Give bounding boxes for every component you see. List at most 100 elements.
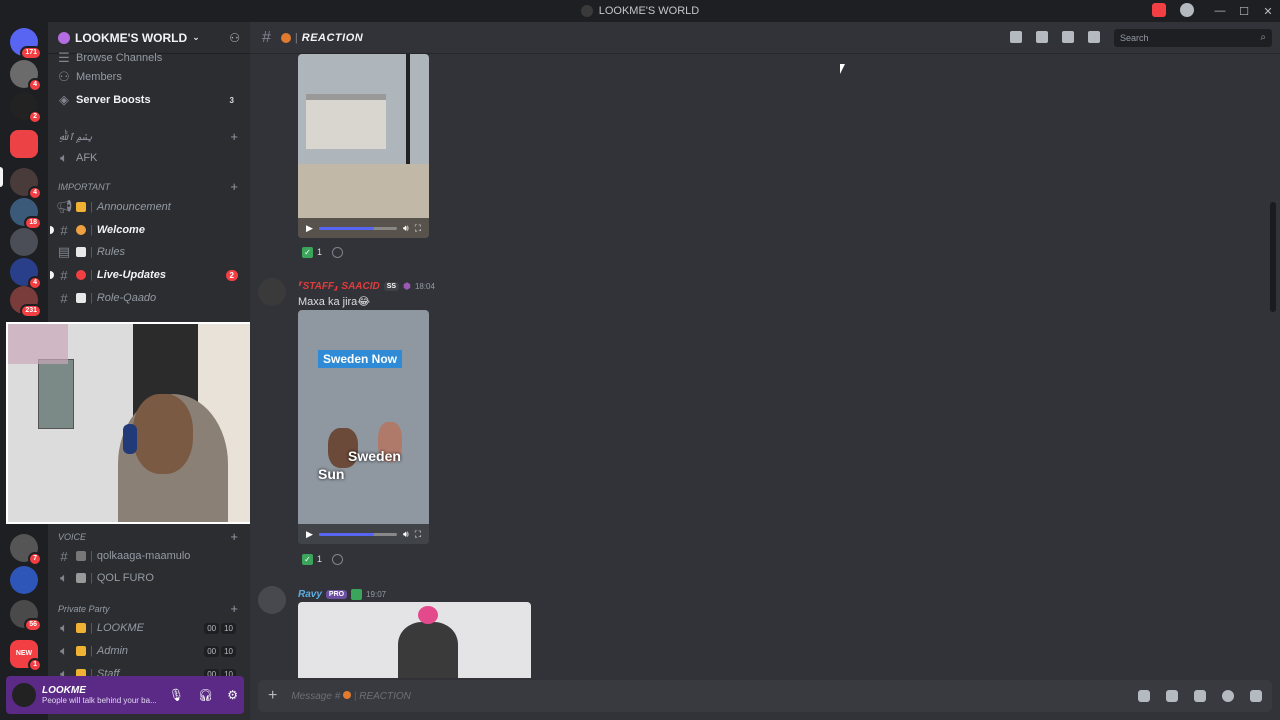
voice-channel-afk[interactable]: 🔈︎ AFK bbox=[56, 148, 244, 168]
custom-status: People will talk behind your ba... bbox=[42, 696, 157, 705]
check-icon: ✓ bbox=[302, 553, 313, 565]
server-folder[interactable] bbox=[10, 130, 38, 158]
server-icon[interactable]: 4 bbox=[10, 60, 42, 92]
channel-welcome[interactable]: # | Welcome bbox=[50, 220, 244, 240]
speaker-icon: 🔈︎ bbox=[60, 620, 68, 635]
threads-icon[interactable] bbox=[1010, 31, 1022, 43]
server-icon[interactable]: 4 bbox=[10, 168, 42, 200]
server-icon[interactable] bbox=[10, 228, 38, 256]
add-member-icon[interactable]: ⚇ bbox=[229, 31, 240, 45]
avatar[interactable] bbox=[12, 683, 36, 707]
timestamp: 19:07 bbox=[366, 590, 387, 599]
mouse-cursor bbox=[840, 64, 845, 74]
unread-badge: 2 bbox=[28, 110, 42, 124]
message-author[interactable]: ⸢STAFF⸥ SAACID SS ⬢ 18:04 bbox=[298, 281, 435, 292]
user-panel[interactable]: LOOKME People will talk behind your ba..… bbox=[6, 676, 244, 714]
unread-badge: 1 bbox=[28, 658, 42, 672]
new-server-icon[interactable]: NEW 1 bbox=[10, 640, 42, 672]
chat-area: # | REACTION Search ⌕ ▶ 🔊︎ ⛶ ✓ 1 ⸢STAFF⸥… bbox=[250, 22, 1280, 720]
category-private-party[interactable]: Private Party + bbox=[58, 601, 238, 616]
reaction-check[interactable]: ✓ 1 bbox=[298, 551, 326, 567]
status-icon bbox=[351, 589, 363, 600]
microphone-icon[interactable]: 🎙︎ bbox=[169, 688, 184, 702]
inbox-icon[interactable] bbox=[1152, 3, 1166, 17]
message-author[interactable]: Ravy PRO 19:07 bbox=[298, 589, 386, 600]
gift-icon[interactable] bbox=[1138, 690, 1150, 702]
minimize-button[interactable]: — bbox=[1208, 5, 1232, 17]
server-icon[interactable] bbox=[10, 566, 38, 594]
channel-role-qaado[interactable]: # | Role-Qaado bbox=[56, 288, 244, 308]
play-icon[interactable]: ▶ bbox=[306, 529, 313, 540]
category-voice[interactable]: VOICE + bbox=[58, 529, 238, 544]
message-composer[interactable]: + Message # | REACTION bbox=[258, 680, 1272, 712]
channel-rules[interactable]: ▤ | Rules bbox=[56, 242, 244, 262]
search-input[interactable]: Search ⌕ bbox=[1114, 29, 1272, 47]
selected-indicator bbox=[0, 167, 3, 187]
video-attachment[interactable]: Sweden Now Sweden Sun ▶ 🔊︎ ⛶ bbox=[298, 310, 429, 544]
video-controls[interactable]: ▶ 🔊︎ ⛶ bbox=[298, 524, 429, 544]
sidebar-item-server-boosts[interactable]: ◈ Server Boosts 3 bbox=[56, 90, 244, 110]
attach-button[interactable]: + bbox=[268, 687, 277, 705]
streamer-head bbox=[133, 394, 193, 474]
sidebar-item-browse-channels[interactable]: ☰ Browse Channels bbox=[56, 48, 244, 68]
chevron-down-icon: ⌄ bbox=[192, 32, 200, 42]
volume-icon[interactable]: 🔊︎ bbox=[403, 529, 409, 540]
voice-channel-lookme[interactable]: 🔈︎ | LOOKME 00 10 bbox=[56, 618, 244, 638]
close-button[interactable]: ✕ bbox=[1256, 5, 1280, 18]
boost-icon: ◈ bbox=[59, 92, 69, 107]
voice-channel-admin[interactable]: 🔈︎ | Admin 00 10 bbox=[56, 641, 244, 661]
add-reaction-icon[interactable] bbox=[332, 246, 344, 258]
volume-icon[interactable]: 🔊︎ bbox=[403, 223, 409, 234]
sidebar-item-members[interactable]: ⚇ Members bbox=[56, 67, 244, 87]
server-icon[interactable]: 231 bbox=[10, 286, 42, 318]
sticker-icon[interactable] bbox=[1194, 690, 1206, 702]
avatar[interactable] bbox=[258, 586, 286, 614]
server-icon[interactable]: 18 bbox=[10, 198, 42, 230]
member-list-icon[interactable] bbox=[1088, 31, 1100, 43]
video-controls[interactable]: ▶ 🔊︎ ⛶ bbox=[298, 218, 429, 238]
video-progress[interactable] bbox=[318, 532, 398, 536]
activities-icon[interactable] bbox=[1250, 690, 1262, 702]
add-channel-icon[interactable]: + bbox=[230, 129, 238, 144]
voice-channel-qol-furo[interactable]: 🔈︎ | QOL FURO bbox=[56, 568, 244, 588]
message-text: Maxa ka jira😂 bbox=[298, 296, 371, 308]
server-icon[interactable]: 4 bbox=[10, 258, 42, 290]
composer-placeholder: Message # | REACTION bbox=[291, 690, 411, 702]
gear-icon[interactable]: ⚙ bbox=[227, 688, 238, 702]
server-icon[interactable]: 2 bbox=[10, 92, 42, 124]
category-important[interactable]: IMPORTANT + bbox=[58, 179, 238, 194]
video-progress[interactable] bbox=[318, 226, 398, 230]
help-icon[interactable] bbox=[1180, 3, 1194, 17]
maximize-button[interactable]: ☐ bbox=[1232, 5, 1256, 18]
category-arabic[interactable]: بِسْمِ ٱللَّٰهِ + bbox=[58, 129, 238, 144]
emoji-icon[interactable] bbox=[1222, 690, 1234, 702]
unread-badge: 231 bbox=[20, 304, 42, 318]
video-light bbox=[418, 606, 438, 624]
pin-icon[interactable] bbox=[1062, 31, 1074, 43]
page-icon bbox=[76, 551, 86, 561]
video-attachment[interactable] bbox=[298, 602, 531, 678]
reaction-check[interactable]: ✓ 1 bbox=[298, 244, 326, 260]
server-icon[interactable]: 7 bbox=[10, 534, 42, 566]
add-channel-icon[interactable]: + bbox=[230, 601, 238, 616]
server-icon[interactable]: 56 bbox=[10, 600, 42, 632]
scrollbar[interactable] bbox=[1270, 202, 1276, 312]
play-icon[interactable]: ▶ bbox=[306, 223, 313, 234]
author-tag: SS bbox=[383, 282, 400, 291]
gif-icon[interactable] bbox=[1166, 690, 1178, 702]
avatar[interactable] bbox=[258, 278, 286, 306]
notification-bell-icon[interactable] bbox=[1036, 31, 1048, 43]
channel-qolkaaga-maamulo[interactable]: # | qolkaaga-maamulo bbox=[56, 546, 244, 566]
home-button[interactable]: 171 bbox=[10, 28, 42, 60]
add-channel-icon[interactable]: + bbox=[230, 179, 238, 194]
channel-announcement[interactable]: 📢︎ | Announcement bbox=[56, 197, 244, 217]
fullscreen-icon[interactable]: ⛶ bbox=[415, 529, 421, 540]
video-figure bbox=[398, 622, 458, 678]
fullscreen-icon[interactable]: ⛶ bbox=[415, 223, 421, 234]
headphones-icon[interactable]: 🎧︎ bbox=[198, 688, 213, 702]
video-clouds bbox=[298, 310, 429, 544]
add-channel-icon[interactable]: + bbox=[230, 529, 238, 544]
channel-live-updates[interactable]: # | Live-Updates 2 bbox=[50, 265, 244, 285]
add-reaction-icon[interactable] bbox=[332, 553, 344, 565]
video-attachment[interactable]: ▶ 🔊︎ ⛶ bbox=[298, 54, 429, 238]
